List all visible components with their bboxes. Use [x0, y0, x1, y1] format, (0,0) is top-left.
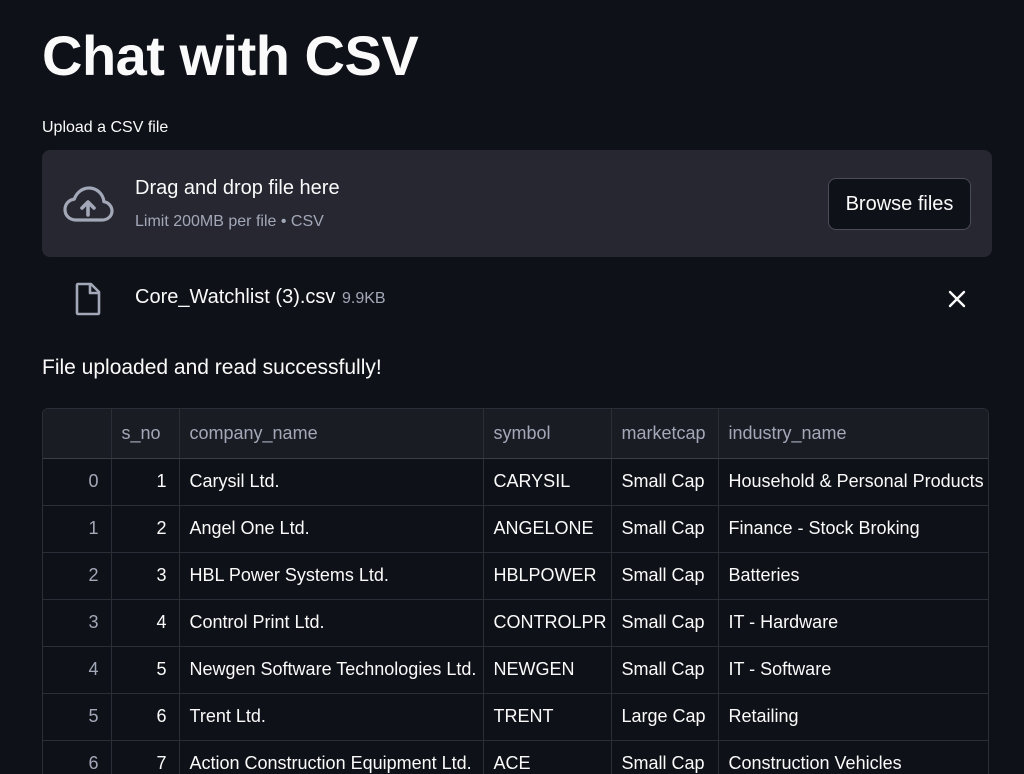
- symbol-cell[interactable]: NEWGEN: [483, 646, 612, 694]
- row-index-cell[interactable]: 3: [43, 599, 112, 647]
- marketcap-cell[interactable]: Small Cap: [611, 599, 719, 647]
- marketcap-cell[interactable]: Small Cap: [611, 505, 719, 553]
- s-no-cell[interactable]: 1: [111, 458, 180, 506]
- industry-name-cell[interactable]: Batteries: [718, 552, 988, 600]
- column-header-symbol[interactable]: symbol: [483, 409, 612, 459]
- s-no-cell[interactable]: 5: [111, 646, 180, 694]
- symbol-cell[interactable]: CONTROLPR: [483, 599, 612, 647]
- file-icon: [75, 282, 101, 316]
- s-no-cell[interactable]: 2: [111, 505, 180, 553]
- file-size: 9.9KB: [342, 290, 386, 307]
- dropzone-title: Drag and drop file here: [135, 177, 340, 199]
- s-no-cell[interactable]: 7: [111, 740, 180, 774]
- row-index-cell[interactable]: 6: [43, 740, 112, 774]
- marketcap-cell[interactable]: Small Cap: [611, 552, 719, 600]
- column-header-s-no[interactable]: s_no: [111, 409, 180, 459]
- column-header-marketcap[interactable]: marketcap: [611, 409, 719, 459]
- upload-label: Upload a CSV file: [42, 119, 169, 136]
- company-name-cell[interactable]: Angel One Ltd.: [179, 505, 484, 553]
- browse-files-button[interactable]: Browse files: [828, 178, 971, 230]
- industry-name-cell[interactable]: Retailing: [718, 693, 988, 741]
- marketcap-cell[interactable]: Small Cap: [611, 646, 719, 694]
- s-no-cell[interactable]: 6: [111, 693, 180, 741]
- table-row: 2 3 HBL Power Systems Ltd. HBLPOWER Small Ca…: [43, 552, 988, 600]
- s-no-cell[interactable]: 3: [111, 552, 180, 600]
- row-index-cell[interactable]: 2: [43, 552, 112, 600]
- symbol-cell[interactable]: ANGELONE: [483, 505, 612, 553]
- cloud-upload-icon: [63, 186, 114, 222]
- industry-name-cell[interactable]: IT - Hardware: [718, 599, 988, 647]
- company-name-cell[interactable]: Trent Ltd.: [179, 693, 484, 741]
- table-row: 4 5 Newgen Software Technologies Ltd. NEWGE…: [43, 646, 988, 694]
- close-icon[interactable]: [946, 288, 968, 310]
- dropzone-limit-text: Limit 200MB per file • CSV: [135, 213, 324, 230]
- company-name-cell[interactable]: Action Construction Equipment Ltd.: [179, 740, 484, 774]
- row-index-cell[interactable]: 4: [43, 646, 112, 694]
- marketcap-cell[interactable]: Small Cap: [611, 740, 719, 774]
- company-name-cell[interactable]: HBL Power Systems Ltd.: [179, 552, 484, 600]
- marketcap-cell[interactable]: Small Cap: [611, 458, 719, 506]
- success-message: File uploaded and read successfully!: [42, 356, 382, 379]
- symbol-cell[interactable]: TRENT: [483, 693, 612, 741]
- company-name-cell[interactable]: Control Print Ltd.: [179, 599, 484, 647]
- company-name-cell[interactable]: Carysil Ltd.: [179, 458, 484, 506]
- row-index-cell[interactable]: 0: [43, 458, 112, 506]
- row-index-cell[interactable]: 5: [43, 693, 112, 741]
- uploaded-file-row: Core_Watchlist (3).csv 9.9KB: [42, 276, 992, 320]
- table-row: 5 6 Trent Ltd. TRENT Large Cap Retailing: [43, 693, 988, 741]
- page-title: Chat with CSV: [42, 24, 419, 87]
- table-header-row: s_no company_name symbol marketcap indus…: [43, 409, 988, 459]
- industry-name-cell[interactable]: Construction Vehicles: [718, 740, 988, 774]
- symbol-cell[interactable]: ACE: [483, 740, 612, 774]
- row-index-cell[interactable]: 1: [43, 505, 112, 553]
- column-header-industry-name[interactable]: industry_name: [718, 409, 988, 459]
- column-header-index[interactable]: [43, 409, 112, 459]
- symbol-cell[interactable]: CARYSIL: [483, 458, 612, 506]
- table-row: 3 4 Control Print Ltd. CONTROLPR Small Cap IT…: [43, 599, 988, 647]
- industry-name-cell[interactable]: Household & Personal Products: [718, 458, 988, 506]
- table-row: 0 1 Carysil Ltd. CARYSIL Small Cap Household …: [43, 458, 988, 506]
- dataframe-table[interactable]: s_no company_name symbol marketcap indus…: [42, 408, 989, 774]
- column-header-company-name[interactable]: company_name: [179, 409, 484, 459]
- s-no-cell[interactable]: 4: [111, 599, 180, 647]
- table-row: 6 7 Action Construction Equipment Ltd. ACE S…: [43, 740, 988, 774]
- symbol-cell[interactable]: HBLPOWER: [483, 552, 612, 600]
- industry-name-cell[interactable]: IT - Software: [718, 646, 988, 694]
- file-dropzone[interactable]: Drag and drop file here Limit 200MB per …: [42, 150, 992, 257]
- industry-name-cell[interactable]: Finance - Stock Broking: [718, 505, 988, 553]
- company-name-cell[interactable]: Newgen Software Technologies Ltd.: [179, 646, 484, 694]
- file-name: Core_Watchlist (3).csv: [135, 286, 336, 308]
- table-row: 1 2 Angel One Ltd. ANGELONE Small Cap Finance…: [43, 505, 988, 553]
- marketcap-cell[interactable]: Large Cap: [611, 693, 719, 741]
